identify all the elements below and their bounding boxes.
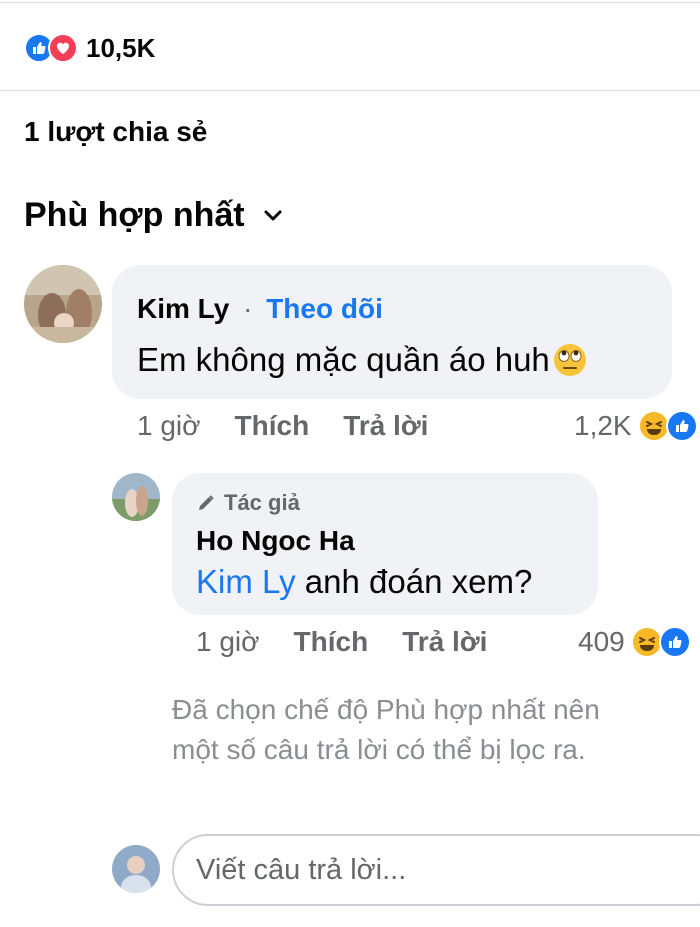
like-icon [665, 410, 698, 442]
reaction-count: 10,5K [86, 32, 156, 63]
avatar [112, 845, 160, 893]
sort-label: Phù hợp nhất [24, 196, 245, 234]
reply-button[interactable]: Trả lời [343, 410, 428, 442]
separator-dot: · [243, 293, 253, 324]
reply-time[interactable]: 1 giờ [196, 626, 260, 658]
face-with-rolling-eyes-emoji [552, 342, 588, 378]
like-icon [658, 626, 691, 658]
reaction-summary[interactable]: 10,5K [24, 30, 155, 66]
haha-icon [630, 626, 663, 658]
comment-text: Em không mặc quần áo huh [137, 341, 550, 378]
reaction-count: 409 [578, 626, 625, 657]
comment-text-line: Em không mặc quần áo huh [137, 341, 588, 379]
comment-reaction-count[interactable]: 1,2K [574, 410, 698, 442]
chevron-down-icon [263, 209, 283, 223]
author-badge: Tác giả [196, 490, 300, 516]
comment-sort-selector[interactable]: Phù hợp nhất [24, 196, 283, 235]
pencil-icon [196, 493, 216, 513]
comment-header: Kim Ly · Theo dõi [137, 293, 383, 325]
badge-label: Tác giả [224, 490, 300, 515]
comment-bubble: Kim Ly · Theo dõi Em không mặc quần áo h… [112, 265, 672, 399]
reply-author[interactable]: Ho Ngoc Ha [196, 525, 355, 557]
avatar[interactable] [24, 265, 102, 343]
like-button[interactable]: Thích [294, 626, 369, 658]
reply-button[interactable]: Trả lời [402, 626, 487, 658]
reply-text: anh đoán xem? [295, 563, 533, 600]
reply-input[interactable]: Viết câu trả lời... [172, 834, 700, 906]
share-count[interactable]: 1 lượt chia sẻ [24, 116, 207, 148]
top-divider [0, 2, 700, 3]
mention-link[interactable]: Kim Ly [196, 563, 296, 600]
reactions-divider [0, 90, 700, 91]
reply-input-placeholder: Viết câu trả lời... [196, 853, 407, 886]
like-button[interactable]: Thích [235, 410, 310, 442]
avatar[interactable] [112, 473, 160, 521]
reaction-count: 1,2K [574, 410, 632, 441]
love-icon [48, 33, 78, 63]
follow-link[interactable]: Theo dõi [266, 293, 383, 324]
reply-actions: 1 giờ Thích Trả lời [196, 626, 487, 658]
haha-icon [637, 410, 670, 442]
reply-bubble: Tác giả Ho Ngoc Ha Kim Ly anh đoán xem? [172, 473, 598, 615]
comment-author[interactable]: Kim Ly [137, 293, 229, 324]
reply-text-line: Kim Ly anh đoán xem? [196, 563, 532, 601]
comment-actions: 1 giờ Thích Trả lời [137, 410, 428, 442]
reply-reaction-count[interactable]: 409 [578, 626, 691, 658]
filter-notice: Đã chọn chế độ Phù hợp nhất nên một số c… [172, 694, 600, 765]
comment-time[interactable]: 1 giờ [137, 410, 201, 442]
